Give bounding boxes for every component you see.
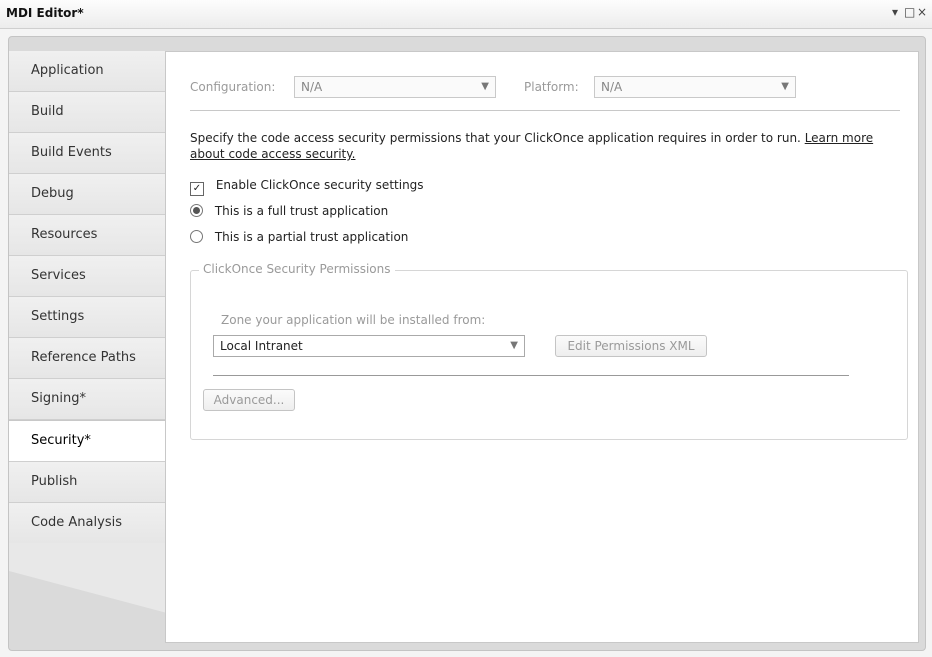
sidebar-item-security[interactable]: Security* xyxy=(9,420,181,462)
platform-label: Platform: xyxy=(524,80,579,94)
divider xyxy=(190,110,900,111)
partial-trust-option[interactable]: This is a partial trust application xyxy=(190,230,408,244)
full-trust-option[interactable]: This is a full trust application xyxy=(190,204,388,218)
security-page: Configuration: N/A ▼ Platform: N/A ▼ Spe… xyxy=(165,51,919,643)
chevron-down-icon: ▼ xyxy=(781,81,789,92)
radio-selected-icon[interactable] xyxy=(190,204,203,217)
check-icon[interactable]: ✓ xyxy=(190,182,204,196)
sidebar-item-resources[interactable]: Resources xyxy=(9,215,167,256)
description-text: Specify the code access security permiss… xyxy=(190,131,801,145)
sidebar: Application Build Build Events Debug Res… xyxy=(9,51,181,613)
platform-select[interactable]: N/A ▼ xyxy=(594,76,796,98)
zone-select[interactable]: Local Intranet ▼ xyxy=(213,335,525,357)
configuration-value: N/A xyxy=(301,80,323,94)
platform-value: N/A xyxy=(601,80,623,94)
sidebar-item-settings[interactable]: Settings xyxy=(9,297,167,338)
sidebar-item-code-analysis[interactable]: Code Analysis xyxy=(9,503,167,544)
description: Specify the code access security permiss… xyxy=(190,130,902,162)
edit-permissions-xml-button[interactable]: Edit Permissions XML xyxy=(555,335,707,357)
full-trust-label: This is a full trust application xyxy=(214,204,389,218)
dropdown-window-icon[interactable]: ▾ xyxy=(892,5,898,19)
partial-trust-label: This is a partial trust application xyxy=(214,230,409,244)
permissions-group: ClickOnce Security Permissions Zone your… xyxy=(190,262,908,440)
sidebar-item-services[interactable]: Services xyxy=(9,256,167,297)
configuration-select[interactable]: N/A ▼ xyxy=(294,76,496,98)
restore-icon[interactable]: □ xyxy=(904,5,915,19)
editor-frame: Application Build Build Events Debug Res… xyxy=(8,36,926,651)
zone-value: Local Intranet xyxy=(220,339,303,353)
close-icon[interactable]: × xyxy=(917,5,927,19)
chevron-down-icon: ▼ xyxy=(510,340,518,351)
enable-security-label: Enable ClickOnce security settings xyxy=(215,178,424,192)
zone-label: Zone your application will be installed … xyxy=(221,313,486,327)
sidebar-item-publish[interactable]: Publish xyxy=(9,462,167,503)
configuration-label: Configuration: xyxy=(190,80,276,94)
sidebar-item-application[interactable]: Application xyxy=(9,51,167,92)
chevron-down-icon: ▼ xyxy=(481,81,489,92)
sidebar-item-build[interactable]: Build xyxy=(9,92,167,133)
window-title: MDI Editor* xyxy=(6,6,84,20)
sidebar-item-signing[interactable]: Signing* xyxy=(9,379,167,420)
sidebar-item-debug[interactable]: Debug xyxy=(9,174,167,215)
sidebar-tail xyxy=(9,543,167,613)
advanced-button[interactable]: Advanced... xyxy=(203,389,295,411)
sidebar-item-build-events[interactable]: Build Events xyxy=(9,133,167,174)
title-bar: MDI Editor* ▾ □ × xyxy=(0,0,932,29)
sidebar-item-reference-paths[interactable]: Reference Paths xyxy=(9,338,167,379)
permissions-group-title: ClickOnce Security Permissions xyxy=(199,262,395,276)
group-divider xyxy=(213,375,849,376)
radio-icon[interactable] xyxy=(190,230,203,243)
enable-security-row[interactable]: ✓ Enable ClickOnce security settings xyxy=(190,178,424,196)
